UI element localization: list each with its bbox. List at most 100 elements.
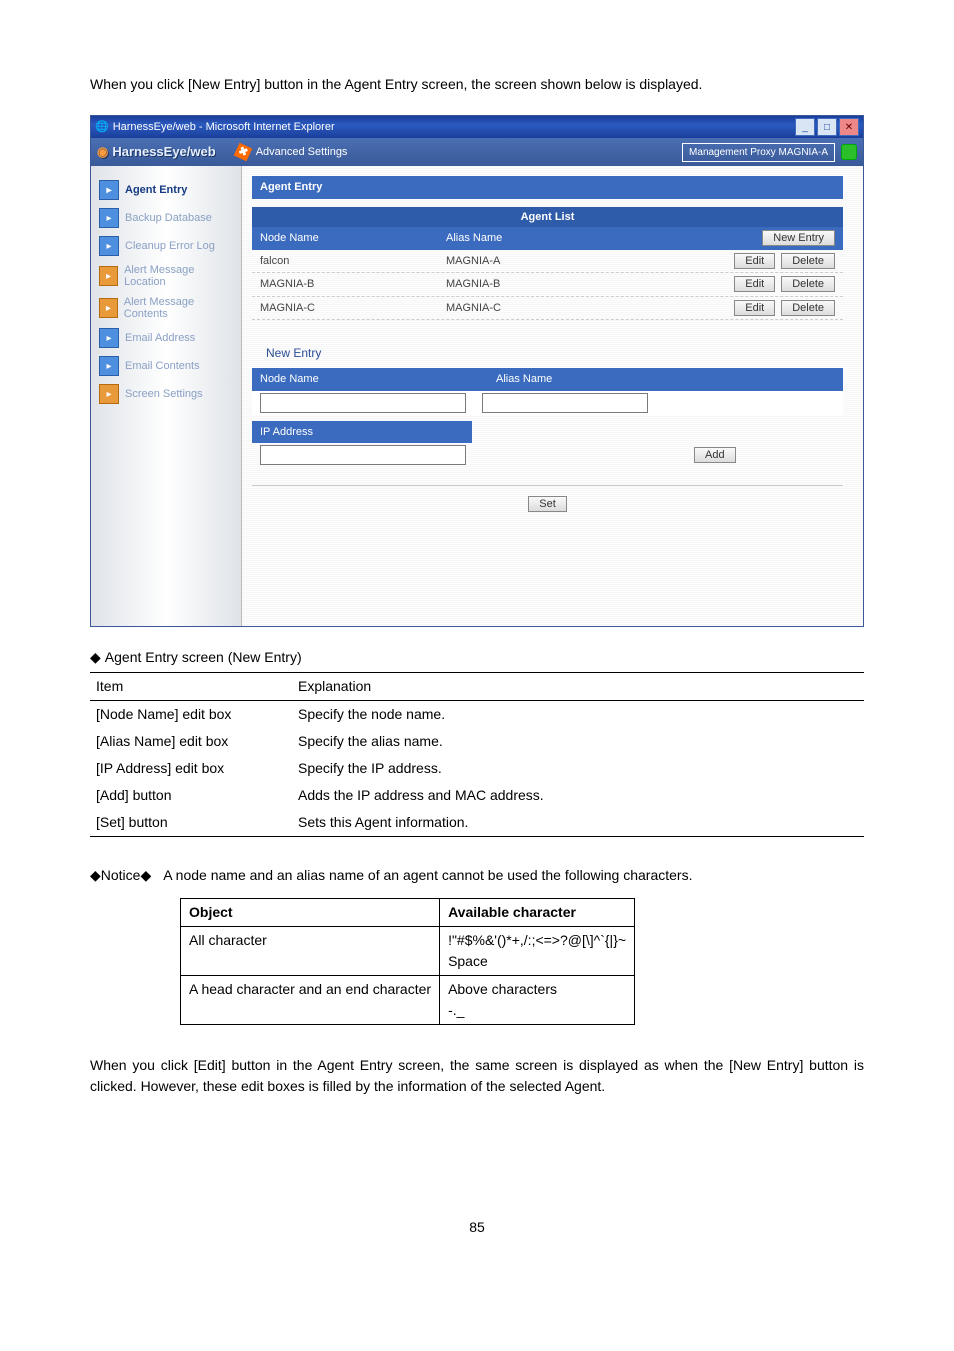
eye-icon: ◉: [97, 142, 108, 162]
table-row: [Set] buttonSets this Agent information.: [90, 809, 864, 837]
table-row: [Node Name] edit boxSpecify the node nam…: [90, 701, 864, 729]
cell-item: [Node Name] edit box: [90, 701, 292, 729]
sidebar-item-email-contents[interactable]: ▸ Email Contents: [91, 352, 241, 380]
panel-title: Agent Entry: [252, 176, 843, 199]
sidebar-item-cleanup-error-log[interactable]: ▸ Cleanup Error Log: [91, 232, 241, 260]
table-row: [Alias Name] edit boxSpecify the alias n…: [90, 728, 864, 755]
mail-icon: ▸: [99, 356, 119, 376]
sidebar: ▸ Agent Entry ▸ Backup Database ▸ Cleanup Err…: [91, 166, 242, 626]
cell-item: [Add] button: [90, 782, 292, 809]
notice-text: A node name and an alias name of an agen…: [163, 865, 692, 886]
mail-icon: ▸: [99, 328, 119, 348]
new-entry-section-title: New Entry: [266, 344, 843, 362]
set-button[interactable]: Set: [528, 496, 567, 512]
sidebar-item-screen-settings[interactable]: ▸ Screen Settings: [91, 380, 241, 408]
close-icon[interactable]: ✕: [839, 118, 859, 136]
ie-title: HarnessEye/web - Microsoft Internet Expl…: [113, 119, 335, 136]
list-header-row: Node Name Alias Name New Entry: [252, 227, 843, 250]
cell-explanation: Sets this Agent information.: [292, 809, 864, 837]
chartbl-r1a: All character: [181, 927, 440, 976]
table1-h2: Explanation: [292, 673, 864, 701]
sidebar-item-label: Agent Entry: [125, 184, 187, 196]
edit-button[interactable]: Edit: [734, 300, 775, 316]
main-area: Agent Entry Agent List Node Name Alias N…: [242, 166, 863, 626]
cell-node: MAGNIA-B: [252, 273, 438, 296]
edit-button[interactable]: Edit: [734, 276, 775, 292]
cell-explanation: Specify the alias name.: [292, 728, 864, 755]
col-alias-header: Alias Name: [438, 227, 654, 250]
form-alias-header: Alias Name: [488, 368, 843, 391]
delete-button[interactable]: Delete: [781, 300, 835, 316]
cell-item: [IP Address] edit box: [90, 755, 292, 782]
notice-label: ◆Notice◆: [90, 865, 151, 886]
eraser-icon: ▸: [99, 236, 119, 256]
page-number: 85: [90, 1217, 864, 1238]
chartbl-r2b: Above characters -._: [440, 976, 635, 1025]
app-topbar: ◉ HarnessEye/web ✖ Advanced Settings Man…: [91, 138, 863, 166]
sidebar-item-agent-entry[interactable]: ▸ Agent Entry: [91, 176, 241, 204]
bell-o-icon: ▸: [99, 266, 118, 286]
sidebar-item-email-address[interactable]: ▸Email Address: [91, 324, 241, 352]
cell-explanation: Adds the IP address and MAC address.: [292, 782, 864, 809]
sidebar-item-label: Email Contents: [125, 360, 200, 372]
bell-o-icon: ▸: [99, 298, 118, 318]
ie-icon: 🌐: [95, 119, 109, 136]
advanced-settings-link[interactable]: ✖ Advanced Settings: [236, 144, 348, 161]
proxy-label: Management Proxy: [689, 147, 776, 158]
edit-button[interactable]: Edit: [734, 253, 775, 269]
cell-node: MAGNIA-C: [252, 297, 438, 320]
screen-o-icon: ▸: [99, 384, 119, 404]
agent-row: falconMAGNIA-A Edit Delete: [252, 250, 843, 274]
cell-explanation: Specify the IP address.: [292, 755, 864, 782]
chartbl-r2a: A head character and an end character: [181, 976, 440, 1025]
bottom-paragraph: When you click [Edit] button in the Agen…: [90, 1055, 864, 1097]
advanced-settings-label: Advanced Settings: [256, 144, 348, 161]
table1-h1: Item: [90, 673, 292, 701]
sidebar-item-alert-message-contents[interactable]: ▸Alert Message Contents: [91, 292, 241, 324]
form-header: Node Name Alias Name: [252, 368, 843, 391]
chartbl-r1b: !"#$%&'()*+,/:;<=>?@[\]^`{|}~ Space: [440, 927, 635, 976]
wrench-icon: ✖: [233, 143, 252, 162]
cell-alias: MAGNIA-A: [438, 250, 654, 273]
agent-row: MAGNIA-BMAGNIA-B Edit Delete: [252, 273, 843, 297]
sidebar-item-label: Screen Settings: [125, 388, 203, 400]
form-node-header: Node Name: [252, 368, 488, 391]
delete-button[interactable]: Delete: [781, 253, 835, 269]
add-button[interactable]: Add: [694, 447, 736, 463]
cell-item: [Alias Name] edit box: [90, 728, 292, 755]
table-row: [IP Address] edit boxSpecify the IP addr…: [90, 755, 864, 782]
table1-caption: Agent Entry screen (New Entry): [90, 647, 864, 668]
sidebar-item-alert-message-location[interactable]: ▸Alert Message Location: [91, 260, 241, 292]
logo-text-1: HarnessEye: [112, 144, 186, 159]
character-table: Object Available character All character…: [180, 898, 635, 1025]
screenshot-window: 🌐 HarnessEye/web - Microsoft Internet Ex…: [90, 115, 864, 627]
form-ip-header: IP Address: [252, 421, 472, 444]
logo-text-2: /web: [187, 144, 216, 159]
delete-button[interactable]: Delete: [781, 276, 835, 292]
chartbl-h2: Available character: [440, 899, 635, 927]
ip-address-input[interactable]: [260, 445, 466, 465]
sidebar-item-label: Cleanup Error Log: [125, 240, 215, 252]
sidebar-item-label: Backup Database: [125, 212, 212, 224]
pencil-icon: ▸: [99, 180, 119, 200]
intro-text: When you click [New Entry] button in the…: [90, 74, 864, 95]
col-node-header: Node Name: [252, 227, 438, 250]
node-name-input[interactable]: [260, 393, 466, 413]
cell-alias: MAGNIA-B: [438, 273, 654, 296]
chartbl-h1: Object: [181, 899, 440, 927]
cell-node: falcon: [252, 250, 438, 273]
status-dot-icon[interactable]: [841, 144, 857, 160]
agent-row: MAGNIA-CMAGNIA-C Edit Delete: [252, 297, 843, 321]
ie-titlebar: 🌐 HarnessEye/web - Microsoft Internet Ex…: [91, 116, 863, 138]
cell-alias: MAGNIA-C: [438, 297, 654, 320]
new-entry-button[interactable]: New Entry: [762, 230, 835, 246]
cell-item: [Set] button: [90, 809, 292, 837]
app-logo: ◉ HarnessEye/web: [97, 142, 216, 162]
db-icon: ▸: [99, 208, 119, 228]
alias-name-input[interactable]: [482, 393, 648, 413]
explanation-table: Item Explanation [Node Name] edit boxSpe…: [90, 672, 864, 837]
maximize-icon[interactable]: □: [817, 118, 837, 136]
sidebar-item-backup-database[interactable]: ▸ Backup Database: [91, 204, 241, 232]
cell-explanation: Specify the node name.: [292, 701, 864, 729]
minimize-icon[interactable]: _: [795, 118, 815, 136]
